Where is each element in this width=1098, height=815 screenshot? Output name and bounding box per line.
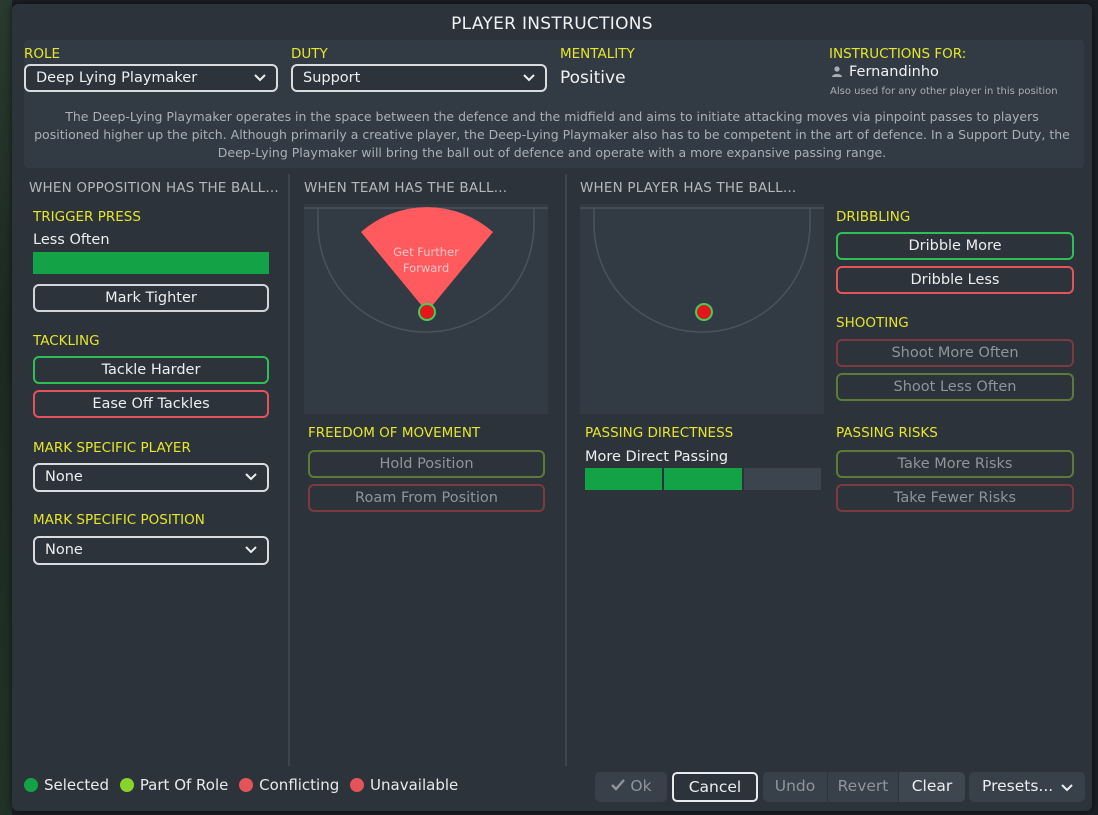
player-position-marker — [695, 303, 713, 321]
trigger-press-track[interactable] — [33, 252, 269, 274]
mentality-label: MENTALITY — [560, 46, 635, 62]
team-heading: WHEN TEAM HAS THE BALL... — [304, 180, 508, 196]
mark-specific-position-select[interactable]: None — [33, 536, 269, 565]
role-select[interactable]: Deep Lying Playmaker — [24, 64, 278, 92]
mark-position-value: None — [45, 542, 83, 558]
ok-label: Ok — [630, 777, 652, 795]
passing-directness-segment[interactable] — [664, 468, 742, 490]
legend-unavailable: Unavailable — [350, 776, 458, 794]
chevron-down-icon — [254, 74, 266, 82]
revert-button[interactable]: Revert — [828, 772, 898, 802]
passing-risks-label: PASSING RISKS — [836, 425, 938, 441]
take-more-risks-button[interactable]: Take More Risks — [836, 450, 1074, 478]
take-fewer-risks-button[interactable]: Take Fewer Risks — [836, 484, 1074, 512]
hold-position-button[interactable]: Hold Position — [308, 450, 545, 478]
passing-directness-slider[interactable] — [585, 468, 821, 490]
clear-button[interactable]: Clear — [899, 772, 965, 802]
team-pitch-diagram: Get Further Forward — [304, 204, 548, 414]
zone-label-line-2: Forward — [402, 261, 450, 275]
mark-specific-position-label: MARK SPECIFIC POSITION — [33, 512, 205, 528]
cancel-button[interactable]: Cancel — [672, 772, 758, 802]
player-position-marker — [418, 303, 436, 321]
chevron-down-icon — [245, 473, 257, 481]
duty-select[interactable]: Support — [291, 64, 547, 92]
column-divider — [565, 174, 567, 766]
zone-label: Get Further Forward — [304, 244, 548, 276]
undo-button[interactable]: Undo — [763, 772, 827, 802]
background-edge — [0, 0, 12, 815]
trigger-press-value: Less Often — [33, 232, 110, 248]
legend-part-of-role-label: Part Of Role — [139, 776, 229, 794]
mentality-value: Positive — [560, 68, 626, 88]
instructions-for-label: INSTRUCTIONS FOR: — [829, 46, 967, 62]
zone-label-line-1: Get Further — [393, 245, 459, 259]
dialog-title: PLAYER INSTRUCTIONS — [451, 14, 653, 34]
tackle-harder-button[interactable]: Tackle Harder — [33, 356, 269, 384]
also-used-note: Also used for any other player in this p… — [830, 86, 1058, 97]
column-divider — [288, 174, 290, 766]
dribble-more-button[interactable]: Dribble More — [836, 232, 1074, 260]
chevron-down-icon — [245, 546, 257, 554]
legend-selected: Selected — [24, 776, 109, 794]
conflicting-dot-icon — [239, 778, 254, 792]
ok-button[interactable]: Ok — [595, 772, 667, 802]
passing-directness-label: PASSING DIRECTNESS — [585, 425, 734, 441]
mark-specific-player-label: MARK SPECIFIC PLAYER — [33, 440, 191, 456]
legend-conflicting: Conflicting — [239, 776, 339, 794]
chevron-down-icon — [1061, 784, 1073, 792]
shoot-less-often-button[interactable]: Shoot Less Often — [836, 373, 1074, 401]
dribbling-label: DRIBBLING — [836, 209, 911, 225]
legend: Selected Part Of Role Conflicting Unavai… — [24, 776, 464, 794]
opposition-heading: WHEN OPPOSITION HAS THE BALL... — [29, 180, 279, 196]
person-icon — [832, 66, 842, 77]
passing-directness-segment[interactable] — [585, 468, 663, 490]
presets-label: Presets... — [982, 777, 1054, 795]
roam-from-position-button[interactable]: Roam From Position — [308, 484, 545, 512]
legend-selected-label: Selected — [44, 776, 110, 794]
presets-button[interactable]: Presets... — [969, 772, 1085, 802]
chevron-down-icon — [523, 74, 535, 82]
duty-select-value: Support — [303, 70, 361, 86]
freedom-of-movement-label: FREEDOM OF MOVEMENT — [308, 425, 481, 441]
dribble-less-button[interactable]: Dribble Less — [836, 266, 1074, 294]
selected-dot-icon — [24, 778, 38, 792]
part-of-role-dot-icon — [119, 778, 134, 792]
shooting-label: SHOOTING — [836, 315, 909, 331]
legend-unavailable-label: Unavailable — [370, 776, 459, 794]
player-heading: WHEN PLAYER HAS THE BALL... — [580, 180, 797, 196]
player-instructions-dialog: PLAYER INSTRUCTIONS ROLE Deep Lying Play… — [12, 4, 1092, 811]
legend-conflicting-label: Conflicting — [259, 776, 340, 794]
player-name[interactable]: Fernandinho — [831, 64, 939, 80]
role-description: The Deep-Lying Playmaker operates in the… — [34, 109, 1070, 160]
trigger-press-bar — [33, 252, 269, 274]
role-label: ROLE — [24, 46, 61, 62]
shoot-more-often-button[interactable]: Shoot More Often — [836, 339, 1074, 367]
mark-tighter-button[interactable]: Mark Tighter — [33, 284, 269, 312]
unavailable-dot-icon — [350, 778, 365, 792]
tackling-label: TACKLING — [33, 333, 100, 349]
ease-off-tackles-button[interactable]: Ease Off Tackles — [33, 390, 269, 418]
player-pitch-diagram — [580, 204, 824, 414]
role-select-value: Deep Lying Playmaker — [36, 70, 198, 86]
passing-directness-value: More Direct Passing — [585, 449, 729, 465]
mark-player-value: None — [45, 469, 83, 485]
check-icon — [611, 779, 626, 791]
mark-specific-player-select[interactable]: None — [33, 463, 269, 492]
duty-label: DUTY — [291, 46, 328, 62]
player-name-text: Fernandinho — [849, 64, 939, 80]
passing-directness-segment[interactable] — [743, 468, 821, 490]
trigger-press-label: TRIGGER PRESS — [33, 209, 141, 225]
legend-part-of-role: Part Of Role — [119, 776, 229, 794]
